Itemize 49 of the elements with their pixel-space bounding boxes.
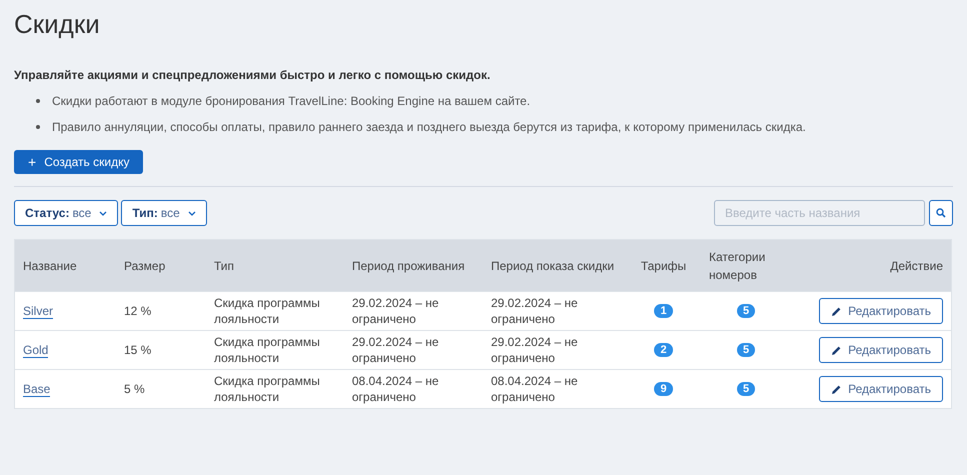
pencil-icon — [831, 384, 842, 394]
column-header: Размер — [124, 258, 166, 272]
column-header: Категории номеров — [709, 250, 766, 282]
count-badge: 5 — [736, 343, 756, 357]
column-header: Название — [23, 258, 77, 272]
edit-button[interactable]: Редактировать — [819, 337, 943, 363]
table-cell: 12 % — [124, 304, 152, 318]
column-header: Тип — [214, 258, 234, 272]
count-badge: 5 — [736, 382, 756, 396]
filter-dropdown[interactable]: Тип: все — [121, 200, 207, 226]
search-icon — [936, 208, 946, 218]
bullet-icon — [36, 99, 40, 103]
search-button[interactable] — [929, 200, 953, 226]
count-badge: 2 — [654, 343, 673, 357]
table-cell: 08.04.2024 – не ограничено — [352, 374, 439, 404]
table-cell: 29.02.2024 – не ограничено — [352, 335, 439, 365]
column-header: Действие — [890, 258, 943, 272]
edit-button[interactable]: Редактировать — [819, 298, 943, 324]
table-cell: 5 % — [124, 382, 145, 396]
page-title: Скидки — [14, 8, 101, 41]
count-badge: 5 — [736, 304, 756, 318]
info-text: Скидки работают в модуле бронирования TravelLine: Booking Engine на вашем сайте. — [52, 93, 530, 110]
discount-name-link[interactable]: Silver — [23, 304, 54, 319]
pencil-icon — [831, 344, 842, 356]
table-cell: 29.02.2024 – не ограничено — [352, 296, 439, 326]
discount-name-link[interactable]: Base — [23, 382, 50, 397]
info-text: Правило аннуляции, способы оплаты, правило раннего заезда и позднего выезда берутся из тарифа, к которому применилась скидка. — [52, 119, 806, 136]
table-cell: Скидка программы лояльности — [214, 335, 320, 365]
create-discount-button[interactable]: + Создать скидку — [14, 150, 144, 174]
filter-dropdown[interactable]: Статус: все — [14, 200, 118, 226]
table-cell: 29.02.2024 – не ограничено — [491, 296, 578, 326]
pencil-icon — [831, 306, 842, 316]
table-cell: 08.04.2024 – не ограничено — [491, 374, 578, 404]
discount-name-link[interactable]: Gold — [23, 343, 48, 358]
column-header: Период показа скидки — [491, 258, 614, 272]
column-header: Тарифы — [640, 258, 686, 272]
count-badge: 1 — [654, 304, 673, 318]
chevron-down-icon — [188, 210, 196, 216]
edit-button[interactable]: Редактировать — [819, 376, 943, 402]
table-cell: 15 % — [124, 343, 152, 357]
table-cell: Скидка программы лояльности — [214, 374, 320, 404]
bullet-icon — [36, 125, 40, 129]
column-header: Период проживания — [352, 258, 465, 272]
intro-heading: Управляйте акциями и спецпредложениями быстро и легко с помощью скидок. — [14, 67, 492, 84]
chevron-down-icon — [99, 210, 108, 216]
table-cell: Скидка программы лояльности — [214, 296, 320, 326]
search-field[interactable]: Введите часть названия — [714, 200, 925, 226]
table-cell: 29.02.2024 – не ограничено — [491, 335, 578, 365]
count-badge: 9 — [654, 382, 673, 396]
